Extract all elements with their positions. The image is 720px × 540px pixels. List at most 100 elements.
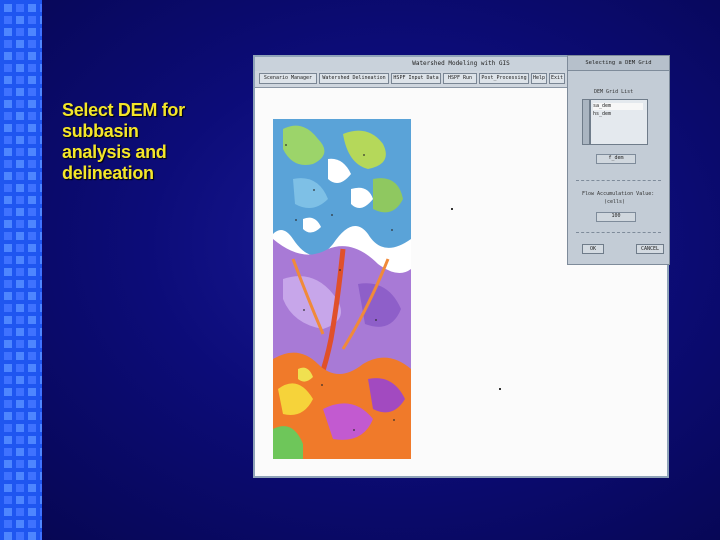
bar-square: [28, 412, 36, 420]
bar-square: [40, 424, 42, 432]
bar-square: [4, 136, 12, 144]
bar-square: [16, 472, 24, 480]
bar-square: [16, 304, 24, 312]
bar-square: [28, 196, 36, 204]
menu-exit[interactable]: Exit: [549, 73, 565, 84]
bar-square: [16, 496, 24, 504]
bar-square: [16, 484, 24, 492]
bar-square: [4, 304, 12, 312]
bar-square: [16, 16, 24, 24]
bar-square: [28, 256, 36, 264]
bar-square: [16, 520, 24, 528]
bar-square: [16, 400, 24, 408]
bar-square: [28, 148, 36, 156]
bar-square: [40, 412, 42, 420]
bar-square: [16, 76, 24, 84]
bar-square: [40, 304, 42, 312]
bar-square: [4, 256, 12, 264]
bar-square: [16, 64, 24, 72]
bar-square: [40, 40, 42, 48]
select-dem-dialog: Selecting a DEM Grid DEM Grid List sa_de…: [567, 55, 670, 265]
bar-square: [40, 532, 42, 540]
bar-square: [28, 112, 36, 120]
bar-square: [28, 136, 36, 144]
menu-watershed-delineation[interactable]: Watershed Delineation: [319, 73, 389, 84]
dialog-title: Selecting a DEM Grid: [568, 56, 669, 71]
bar-square: [4, 148, 12, 156]
bar-square: [16, 244, 24, 252]
bar-square: [4, 208, 12, 216]
selected-dem-field[interactable]: f_dem: [596, 154, 636, 164]
bar-square: [16, 328, 24, 336]
bar-square: [16, 376, 24, 384]
bar-square: [40, 28, 42, 36]
bar-square: [40, 208, 42, 216]
bar-square: [40, 256, 42, 264]
bar-square: [28, 436, 36, 444]
bar-square: [16, 388, 24, 396]
bar-square: [4, 484, 12, 492]
bar-square: [28, 16, 36, 24]
bar-square: [16, 184, 24, 192]
bar-square: [4, 100, 12, 108]
bar-square: [28, 316, 36, 324]
bar-square: [28, 292, 36, 300]
bar-square: [28, 172, 36, 180]
bar-square: [4, 376, 12, 384]
bar-square: [40, 340, 42, 348]
bar-square: [16, 172, 24, 180]
dem-grid-list[interactable]: sa_dem hs_dem: [590, 99, 648, 145]
bar-square: [28, 520, 36, 528]
bar-square: [40, 496, 42, 504]
bar-square: [40, 292, 42, 300]
dem-list-item-selected[interactable]: sa_dem: [593, 103, 643, 110]
flow-accumulation-input[interactable]: 100: [596, 212, 636, 222]
menu-hspf-input-data[interactable]: HSPF Input Data: [391, 73, 441, 84]
bar-square: [4, 280, 12, 288]
dem-grid-image: [273, 119, 411, 459]
bar-square: [28, 52, 36, 60]
bar-square: [16, 424, 24, 432]
bar-square: [4, 172, 12, 180]
bar-square: [16, 340, 24, 348]
bar-square: [16, 316, 24, 324]
dem-grid-list-label: DEM Grid List: [594, 89, 634, 95]
map-cursor: [451, 208, 453, 210]
dem-list-scrollbar[interactable]: [582, 99, 590, 145]
bar-square: [40, 16, 42, 24]
bar-square: [16, 196, 24, 204]
bar-square: [16, 448, 24, 456]
cancel-button[interactable]: CANCEL: [636, 244, 664, 254]
bar-square: [40, 280, 42, 288]
bar-square: [16, 148, 24, 156]
menu-help[interactable]: Help: [531, 73, 547, 84]
bar-square: [4, 448, 12, 456]
bar-square: [28, 352, 36, 360]
bar-square: [16, 280, 24, 288]
dem-list-item[interactable]: hs_dem: [593, 111, 643, 118]
bar-square: [16, 268, 24, 276]
bar-square: [28, 364, 36, 372]
bar-square: [40, 244, 42, 252]
menu-scenario-manager[interactable]: Scenario Manager: [259, 73, 317, 84]
bar-square: [4, 508, 12, 516]
bar-square: [4, 268, 12, 276]
bar-square: [28, 448, 36, 456]
ok-button[interactable]: OK: [582, 244, 604, 254]
bar-square: [4, 388, 12, 396]
bar-square: [4, 112, 12, 120]
bar-square: [28, 328, 36, 336]
bar-square: [40, 100, 42, 108]
bar-square: [4, 244, 12, 252]
slide-caption: Select DEM for subbasin analysis and del…: [62, 100, 185, 183]
dem-map-view[interactable]: [273, 119, 411, 459]
bar-square: [28, 508, 36, 516]
bar-square: [16, 40, 24, 48]
bar-square: [4, 40, 12, 48]
bar-square: [40, 472, 42, 480]
bar-square: [4, 496, 12, 504]
bar-square: [40, 316, 42, 324]
bar-square: [16, 232, 24, 240]
menu-hspf-run[interactable]: HSPF Run: [443, 73, 477, 84]
menu-post-processing[interactable]: Post_Processing: [479, 73, 529, 84]
